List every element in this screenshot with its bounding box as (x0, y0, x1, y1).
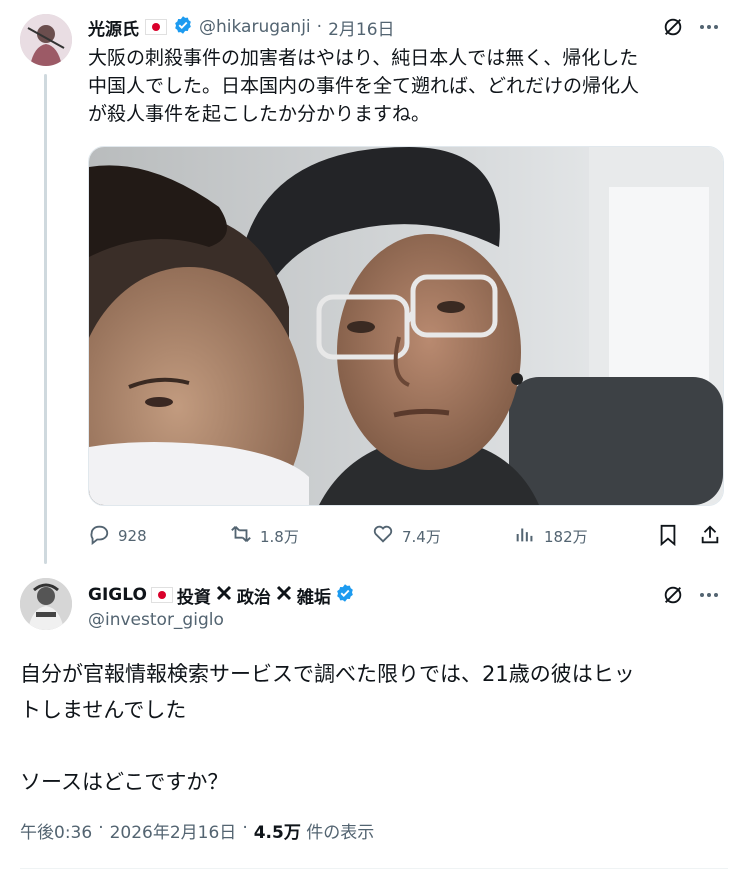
like-action[interactable]: 7.4万 (372, 523, 441, 549)
divider (20, 868, 728, 869)
post-photo[interactable] (88, 146, 724, 506)
post-text-line: 大阪の刺殺事件の加害者はやはり、純日本人では無く、帰化した (88, 47, 639, 69)
reply-text-line: トしませんでした (20, 698, 187, 722)
handle[interactable]: @investor_giglo (88, 610, 224, 630)
meta-separator: · (98, 818, 104, 838)
display-name[interactable]: GIGLO (88, 585, 147, 605)
post-text: 大阪の刺殺事件の加害者はやはり、純日本人では無く、帰化した 中国人でした。日本国… (88, 44, 728, 128)
avatar[interactable] (20, 14, 72, 66)
repost-count: 1.8万 (260, 527, 299, 546)
more-icon[interactable] (696, 582, 722, 608)
post-text-line: 中国人でした。日本国内の事件を全て遡れば、どれだけの帰化人 (88, 75, 640, 97)
reply-icon (88, 523, 110, 549)
verified-icon[interactable] (335, 583, 355, 607)
views-count: 182万 (544, 527, 588, 546)
thread-line (44, 74, 47, 564)
display-name-part[interactable]: 政治 (237, 583, 271, 608)
display-name[interactable]: 光源氏 (88, 15, 139, 40)
post-meta: 午後0:36 · 2026年2月16日 · 4.5万 件の表示 (20, 818, 374, 843)
meta-separator: · (242, 818, 248, 838)
views-action[interactable]: 182万 (514, 523, 588, 549)
post-time[interactable]: 午後0:36 (20, 818, 92, 843)
views-total-count: 4.5万 (253, 823, 301, 843)
grok-icon[interactable] (660, 582, 686, 608)
like-icon (372, 523, 394, 549)
bookmark-icon[interactable] (656, 523, 680, 547)
flag-jp-icon (145, 19, 167, 35)
post-text-line: が殺人事件を起こしたか分かりますね。 (88, 103, 431, 125)
reply-header: GIGLO 投資 政治 雑垢 (88, 582, 355, 608)
reply-text-line: ソースはどこですか？ (20, 770, 229, 794)
flag-jp-icon (150, 587, 173, 603)
reply-text-line: 自分が官報情報検索サービスで調べた限りでは、21歳の彼はヒッ (20, 662, 635, 686)
reply-action[interactable]: 928 (88, 523, 147, 549)
reply-text: 自分が官報情報検索サービスで調べた限りでは、21歳の彼はヒッ トしませんでした … (20, 656, 730, 800)
x-mark-icon (275, 584, 293, 606)
handle[interactable]: @hikaruganji (199, 17, 311, 37)
display-name-part[interactable]: 投資 (177, 583, 211, 608)
repost-action[interactable]: 1.8万 (230, 523, 299, 549)
views-total[interactable]: 4.5万 件の表示 (254, 818, 375, 843)
views-total-label: 件の表示 (306, 823, 375, 843)
more-icon[interactable] (696, 14, 722, 40)
like-count: 7.4万 (402, 527, 441, 546)
repost-icon (230, 523, 252, 549)
verified-icon[interactable] (173, 15, 193, 39)
avatar[interactable] (20, 578, 72, 630)
post-date[interactable]: 2月16日 (328, 15, 394, 40)
grok-icon[interactable] (660, 14, 686, 40)
x-mark-icon (215, 584, 233, 606)
post-date[interactable]: 2026年2月16日 (110, 818, 237, 843)
post-header: 光源氏 @hikaruganji · 2月16日 (88, 14, 395, 40)
share-icon[interactable] (698, 523, 722, 547)
views-icon (514, 523, 536, 549)
display-name-part[interactable]: 雑垢 (297, 583, 331, 608)
reply-text-spacer (20, 728, 730, 764)
separator: · (316, 17, 323, 37)
reply-count: 928 (118, 527, 147, 545)
